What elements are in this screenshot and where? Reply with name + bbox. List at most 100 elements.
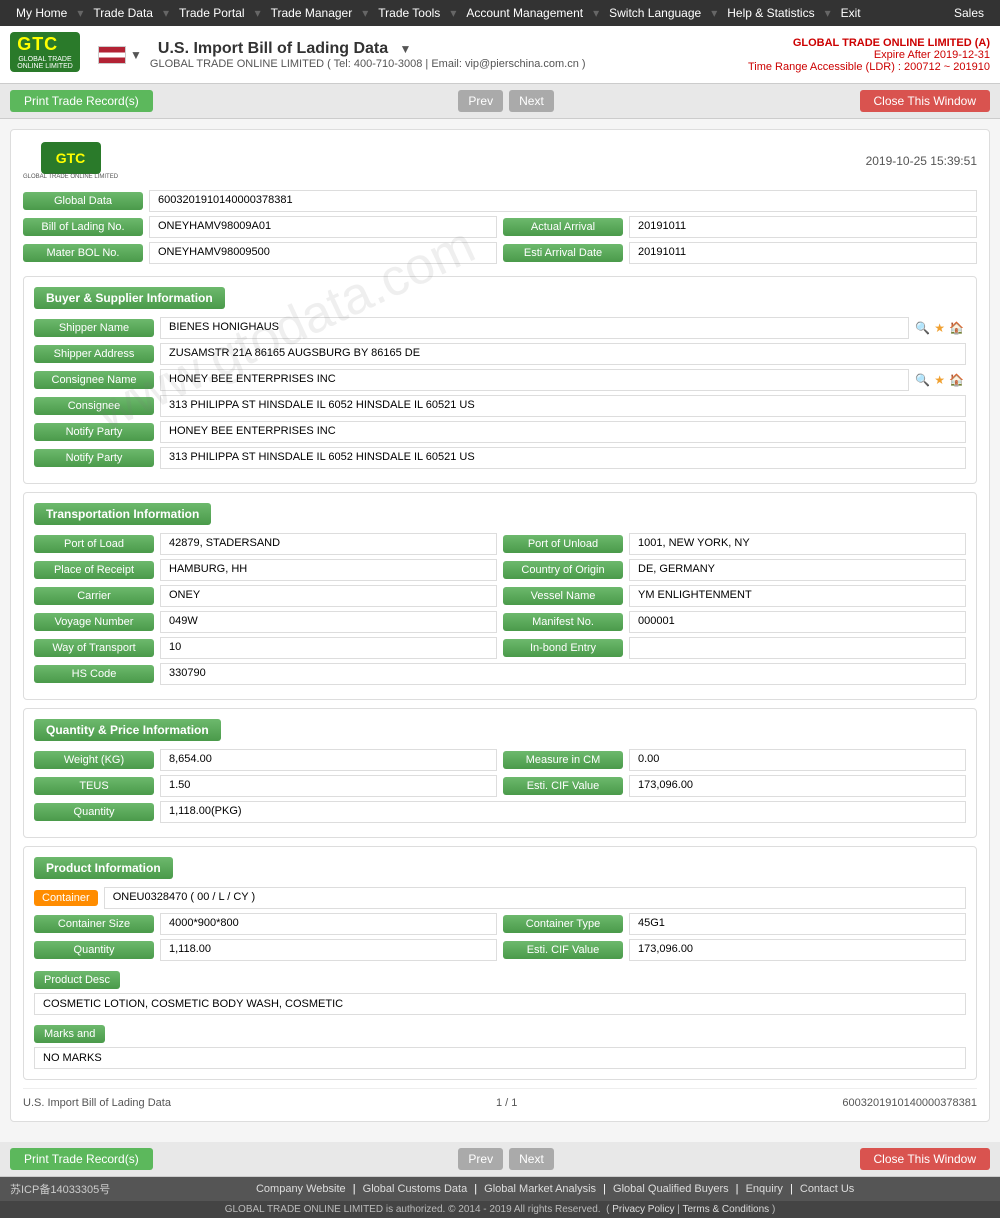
container-value: ONEU0328470 ( 00 / L / CY ) — [104, 887, 966, 909]
nav-trade-data[interactable]: Trade Data — [85, 4, 161, 22]
place-receipt-row: Place of Receipt HAMBURG, HH — [34, 559, 497, 581]
carrier-label: Carrier — [34, 587, 154, 605]
product-quantity-row: Quantity 1,118.00 — [34, 939, 497, 961]
shipper-address-row: Shipper Address ZUSAMSTR 21A 86165 AUGSB… — [34, 343, 966, 365]
buyer-supplier-header: Buyer & Supplier Information — [34, 287, 225, 309]
privacy-policy-link[interactable]: Privacy Policy — [612, 1204, 674, 1215]
master-bol-label: Mater BOL No. — [23, 244, 143, 262]
in-bond-label: In-bond Entry — [503, 639, 623, 657]
port-unload-value: 1001, NEW YORK, NY — [629, 533, 966, 555]
way-transport-label: Way of Transport — [34, 639, 154, 657]
marks-label: Marks and — [34, 1025, 105, 1043]
global-data-value: 6003201910140000378381 — [149, 190, 977, 212]
nav-trade-manager[interactable]: Trade Manager — [263, 4, 361, 22]
time-range: Time Range Accessible (LDR) : 200712 ~ 2… — [748, 61, 990, 73]
way-transport-row: Way of Transport 10 — [34, 637, 497, 659]
consignee-name-label: Consignee Name — [34, 371, 154, 389]
consignee-name-value: HONEY BEE ENTERPRISES INC — [160, 369, 909, 391]
consignee-home-icon[interactable]: 🏠 — [949, 373, 964, 387]
footer-enquiry[interactable]: Enquiry — [746, 1183, 783, 1195]
product-header: Product Information — [34, 857, 173, 879]
nav-trade-tools[interactable]: Trade Tools — [370, 4, 448, 22]
bol-value: ONEYHAMV98009A01 — [149, 216, 497, 238]
product-desc-area: Product Desc COSMETIC LOTION, COSMETIC B… — [34, 971, 966, 1015]
expire-date: Expire After 2019-12-31 — [748, 49, 990, 61]
container-label: Container — [34, 890, 98, 906]
nav-my-home[interactable]: My Home — [8, 4, 75, 22]
notify-party2-label: Notify Party — [34, 449, 154, 467]
bol-label: Bill of Lading No. — [23, 218, 143, 236]
actual-arrival-value: 20191011 — [629, 216, 977, 238]
top-navigation: My Home ▾ Trade Data ▾ Trade Portal ▾ Tr… — [0, 0, 1000, 26]
notify-party1-value: HONEY BEE ENTERPRISES INC — [160, 421, 966, 443]
shipper-home-icon[interactable]: 🏠 — [949, 321, 964, 335]
port-load-value: 42879, STADERSAND — [160, 533, 497, 555]
port-load-label: Port of Load — [34, 535, 154, 553]
esti-cif-value: 173,096.00 — [629, 775, 966, 797]
place-receipt-value: HAMBURG, HH — [160, 559, 497, 581]
consignee-star-icon[interactable]: ★ — [934, 373, 945, 387]
close-window-button-bottom[interactable]: Close This Window — [860, 1148, 990, 1170]
teus-row: TEUS 1.50 — [34, 775, 497, 797]
shipper-address-value: ZUSAMSTR 21A 86165 AUGSBURG BY 86165 DE — [160, 343, 966, 365]
consignee-search-icon[interactable]: 🔍 — [915, 373, 930, 387]
footer-bottom: GLOBAL TRADE ONLINE LIMITED is authorize… — [0, 1201, 1000, 1218]
prev-button-top[interactable]: Prev — [458, 90, 503, 112]
nav-trade-portal[interactable]: Trade Portal — [171, 4, 253, 22]
next-button-bottom[interactable]: Next — [509, 1148, 554, 1170]
nav-help-statistics[interactable]: Help & Statistics — [719, 4, 822, 22]
shipper-address-label: Shipper Address — [34, 345, 154, 363]
footer-company-website[interactable]: Company Website — [256, 1183, 346, 1195]
record-footer-page: 1 / 1 — [496, 1097, 517, 1109]
master-bol-row: Mater BOL No. ONEYHAMV98009500 Esti Arri… — [23, 242, 977, 268]
prev-button-bottom[interactable]: Prev — [458, 1148, 503, 1170]
print-record-button-top[interactable]: Print Trade Record(s) — [10, 90, 153, 112]
way-transport-value: 10 — [160, 637, 497, 659]
quantity-price-section: Quantity & Price Information Weight (KG)… — [23, 708, 977, 838]
notify-party2-row: Notify Party 313 PHILIPPA ST HINSDALE IL… — [34, 447, 966, 469]
next-button-top[interactable]: Next — [509, 90, 554, 112]
product-quantity-value: 1,118.00 — [160, 939, 497, 961]
shipper-star-icon[interactable]: ★ — [934, 321, 945, 335]
weight-value: 8,654.00 — [160, 749, 497, 771]
shipper-search-icon[interactable]: 🔍 — [915, 321, 930, 335]
print-record-button-bottom[interactable]: Print Trade Record(s) — [10, 1148, 153, 1170]
carrier-row: Carrier ONEY — [34, 585, 497, 607]
teus-value: 1.50 — [160, 775, 497, 797]
nav-account-management[interactable]: Account Management — [458, 4, 591, 22]
record-footer-id: 6003201910140000378381 — [842, 1097, 977, 1109]
container-size-value: 4000*900*800 — [160, 913, 497, 935]
consignee-value: 313 PHILIPPA ST HINSDALE IL 6052 HINSDAL… — [160, 395, 966, 417]
flag-area: ▼ — [98, 46, 142, 64]
record-header: GTC GLOBAL TRADE ONLINE LIMITED 2019-10-… — [23, 142, 977, 180]
esti-cif-row: Esti. CIF Value 173,096.00 — [503, 775, 966, 797]
footer-global-market[interactable]: Global Market Analysis — [484, 1183, 596, 1195]
nav-exit[interactable]: Exit — [833, 4, 869, 22]
weight-row: Weight (KG) 8,654.00 — [34, 749, 497, 771]
voyage-row: Voyage Number 049W — [34, 611, 497, 633]
footer-global-buyers[interactable]: Global Qualified Buyers — [613, 1183, 729, 1195]
global-data-row: Global Data 6003201910140000378381 — [23, 190, 977, 212]
nav-switch-language[interactable]: Switch Language — [601, 4, 709, 22]
sales-label: Sales — [946, 4, 992, 22]
logo-area: GTC GLOBAL TRADEONLINE LIMITED — [10, 32, 80, 77]
page-title: U.S. Import Bill of Lading Data — [158, 40, 388, 57]
voyage-label: Voyage Number — [34, 613, 154, 631]
container-row: Container ONEU0328470 ( 00 / L / CY ) — [34, 887, 966, 909]
vessel-name-row: Vessel Name YM ENLIGHTENMENT — [503, 585, 966, 607]
quantity-row: Quantity 1,118.00(PKG) — [34, 801, 966, 823]
notify-party2-value: 313 PHILIPPA ST HINSDALE IL 6052 HINSDAL… — [160, 447, 966, 469]
notify-party1-row: Notify Party HONEY BEE ENTERPRISES INC — [34, 421, 966, 443]
hs-code-label: HS Code — [34, 665, 154, 683]
teus-label: TEUS — [34, 777, 154, 795]
footer-global-customs[interactable]: Global Customs Data — [363, 1183, 468, 1195]
footer-contact-us[interactable]: Contact Us — [800, 1183, 854, 1195]
terms-link[interactable]: Terms & Conditions — [682, 1204, 769, 1215]
measure-label: Measure in CM — [503, 751, 623, 769]
manifest-label: Manifest No. — [503, 613, 623, 631]
quantity-label: Quantity — [34, 803, 154, 821]
close-window-button-top[interactable]: Close This Window — [860, 90, 990, 112]
voyage-value: 049W — [160, 611, 497, 633]
country-origin-label: Country of Origin — [503, 561, 623, 579]
vessel-name-value: YM ENLIGHTENMENT — [629, 585, 966, 607]
